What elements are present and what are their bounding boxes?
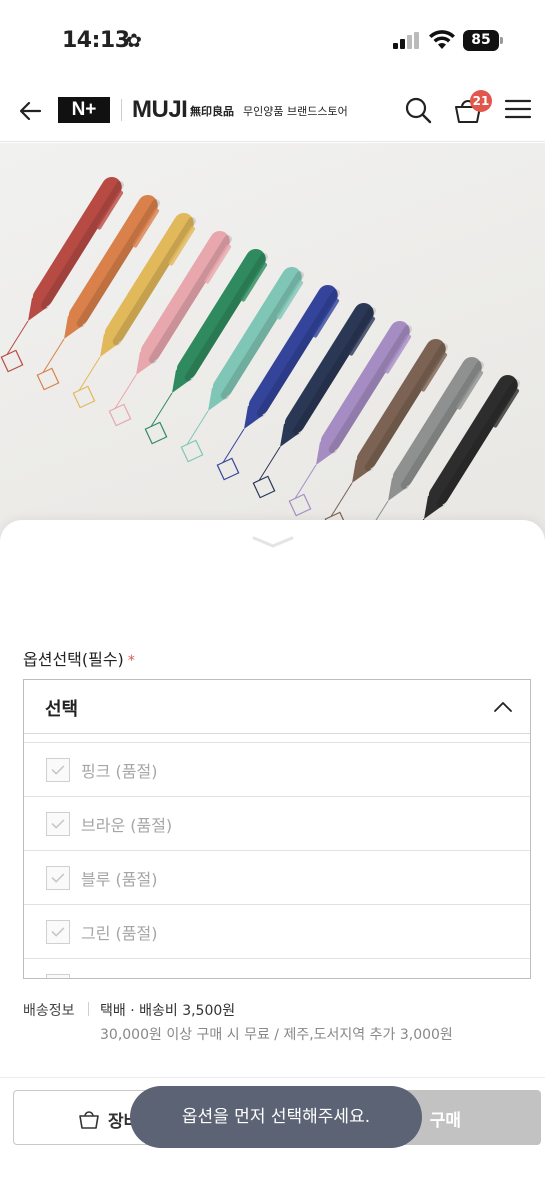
sheet-handle-chevron-icon[interactable] <box>250 534 296 550</box>
logo-divider <box>121 99 122 121</box>
status-time: 14:13 <box>62 28 130 53</box>
color-swatch <box>216 457 240 481</box>
shipping-label: 배송정보 <box>23 1003 75 1019</box>
muji-kanji-logo: 無印良品 <box>190 105 234 118</box>
select-placeholder: 선택 <box>45 699 79 720</box>
battery-level: 85 <box>463 30 499 51</box>
option-title: 옵션선택(필수) * <box>23 646 135 670</box>
checkbox-check-icon[interactable] <box>46 812 70 836</box>
status-bar: 14:13 ✿ 85 <box>0 0 545 82</box>
shipping-divider <box>88 1002 89 1016</box>
option-label: 블루 (품절) <box>81 870 158 889</box>
select-header[interactable]: 선택 <box>24 680 530 734</box>
option-item[interactable]: 블루 (품절) <box>24 850 530 904</box>
color-swatch <box>252 475 276 499</box>
toast-message: 옵션을 먼저 선택해주세요. <box>130 1086 422 1148</box>
option-item[interactable]: 퍼플 <box>24 958 530 978</box>
shopping-bag-icon <box>79 1111 99 1129</box>
option-list: 핑크 (품절) 브라운 (품절) 블루 (품절) 그린 (품절) 퍼플 <box>24 742 530 978</box>
color-swatch <box>72 385 96 409</box>
option-label: 핑크 (품절) <box>81 762 158 781</box>
color-swatch <box>180 439 204 463</box>
option-item[interactable]: 그린 (품절) <box>24 904 530 958</box>
wifi-icon <box>429 30 455 49</box>
option-title-text: 옵션선택(필수) <box>23 650 124 669</box>
app-header: N+ MUJI 無印良品 무인양품 브랜드스토어 21 <box>0 82 545 142</box>
battery-nub <box>500 37 503 44</box>
color-swatch <box>36 367 60 391</box>
cart-count-badge: 21 <box>470 90 492 112</box>
settings-gear-icon: ✿ <box>126 30 142 52</box>
required-mark: * <box>127 653 135 669</box>
color-swatch <box>0 349 24 373</box>
option-item[interactable]: 브라운 (품절) <box>24 796 530 850</box>
cellular-signal-icon <box>393 32 421 49</box>
product-image <box>0 143 545 543</box>
option-select-dropdown[interactable]: 선택 핑크 (품절) 브라운 (품절) 블루 (품절) 그린 (품절) <box>23 679 531 979</box>
shipping-note: 30,000원 이상 구매 시 무료 / 제주,도서지역 추가 3,000원 <box>100 1027 453 1043</box>
search-icon[interactable] <box>403 95 433 125</box>
option-label: 브라운 (품절) <box>81 816 173 835</box>
checkbox-icon[interactable] <box>46 974 70 978</box>
buy-now-label: 구매 <box>429 1111 461 1131</box>
color-swatch <box>144 421 168 445</box>
hamburger-menu-icon[interactable] <box>504 97 532 121</box>
option-item[interactable]: 핑크 (품절) <box>24 742 530 796</box>
back-arrow-icon[interactable] <box>16 96 46 126</box>
color-swatch <box>288 493 312 517</box>
store-name: 무인양품 브랜드스토어 <box>243 105 348 118</box>
option-label: 퍼플 <box>81 974 110 978</box>
checkbox-check-icon[interactable] <box>46 758 70 782</box>
pens-illustration <box>0 177 520 543</box>
shipping-value: 택배 · 배송비 3,500원 <box>100 1003 236 1019</box>
checkbox-check-icon[interactable] <box>46 866 70 890</box>
nplus-logo[interactable]: N+ <box>58 97 110 123</box>
checkbox-check-icon[interactable] <box>46 920 70 944</box>
chevron-up-icon[interactable] <box>492 696 514 718</box>
color-swatch <box>108 403 132 427</box>
muji-logo[interactable]: MUJI <box>132 96 188 124</box>
option-label: 그린 (품절) <box>81 924 158 943</box>
